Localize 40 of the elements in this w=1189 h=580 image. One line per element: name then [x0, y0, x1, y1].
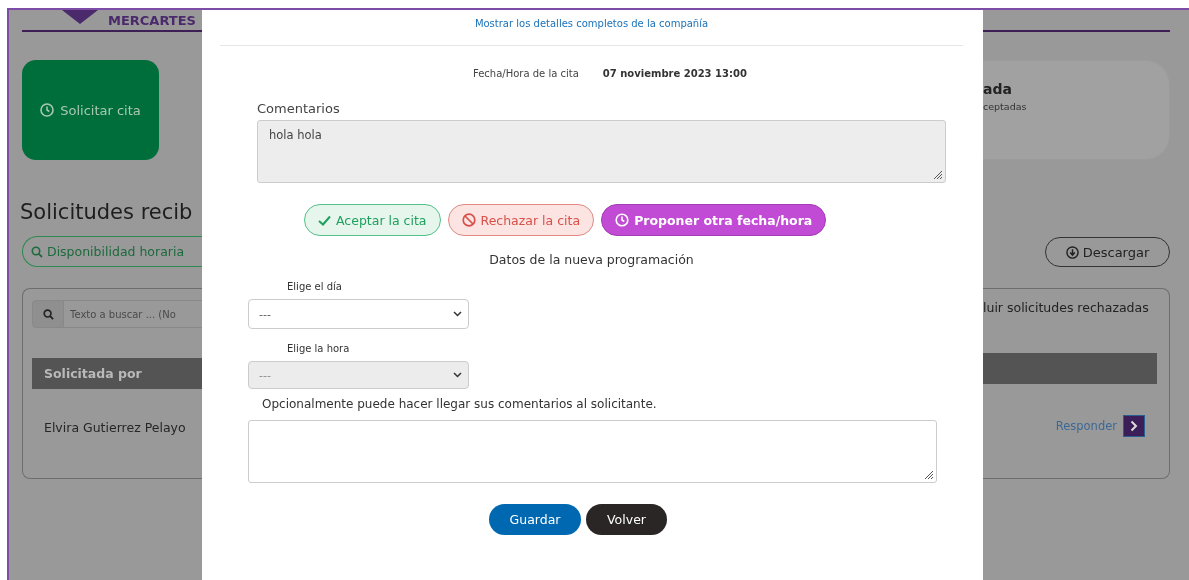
day-select[interactable]: --- — [248, 299, 469, 329]
download-icon — [1065, 245, 1079, 259]
search-icon — [31, 245, 43, 258]
reply-comments-field[interactable] — [248, 420, 937, 483]
date-value: 07 noviembre 2023 13:00 — [602, 68, 747, 79]
hour-label: Elige la hora — [287, 343, 351, 354]
table-header: Solicitada por — [32, 358, 202, 389]
filter-label: luir solicitudes rechazadas — [983, 300, 1150, 315]
date-label: Fecha/Hora de la cita — [473, 68, 579, 79]
resize-grip-icon — [924, 470, 934, 480]
comments-field[interactable]: hola hola — [257, 120, 946, 183]
summary-title: ada — [983, 81, 1013, 97]
respond-arrow-button[interactable] — [1123, 415, 1145, 437]
table-cell: Elvira Gutierrez Pelayo — [44, 420, 186, 435]
search-field[interactable]: Texto a buscar ... (No — [64, 300, 202, 328]
clock-icon — [615, 213, 630, 227]
resize-grip-icon — [933, 170, 943, 180]
search-icon — [42, 308, 54, 320]
request-appointment-card[interactable]: Solicitar cita — [22, 60, 159, 160]
logo: MERCARTES — [108, 12, 196, 28]
comments-label: Comentarios — [257, 101, 341, 116]
prohibited-icon — [461, 213, 476, 227]
section-title: Datos de la nueva programación — [489, 252, 694, 267]
propose-appointment-button[interactable]: Proponer otra fecha/hora — [601, 204, 827, 236]
reject-appointment-button[interactable]: Rechazar la cita — [447, 204, 595, 236]
optional-comments-label: Opcionalmente puede hacer llegar sus comentarios al solicitante. — [262, 397, 658, 411]
page-heading: Solicitudes recib — [20, 199, 194, 226]
accept-appointment-button[interactable]: Aceptar la cita — [304, 204, 441, 236]
chevron-right-icon — [1130, 420, 1138, 432]
back-button[interactable]: Volver — [586, 504, 667, 535]
chevron-down-icon — [453, 372, 462, 378]
save-button[interactable]: Guardar — [489, 504, 581, 535]
chevron-down-icon — [453, 311, 462, 317]
company-details-link[interactable]: Mostrar los detalles completos de la compañía — [474, 18, 709, 29]
logo-icon — [62, 10, 98, 24]
check-icon — [318, 214, 331, 226]
day-label: Elige el día — [287, 281, 343, 292]
summary-card[interactable]: ada ceptadas — [983, 60, 1170, 160]
clock-icon — [40, 103, 55, 117]
summary-subtitle: ceptadas — [983, 101, 1028, 112]
